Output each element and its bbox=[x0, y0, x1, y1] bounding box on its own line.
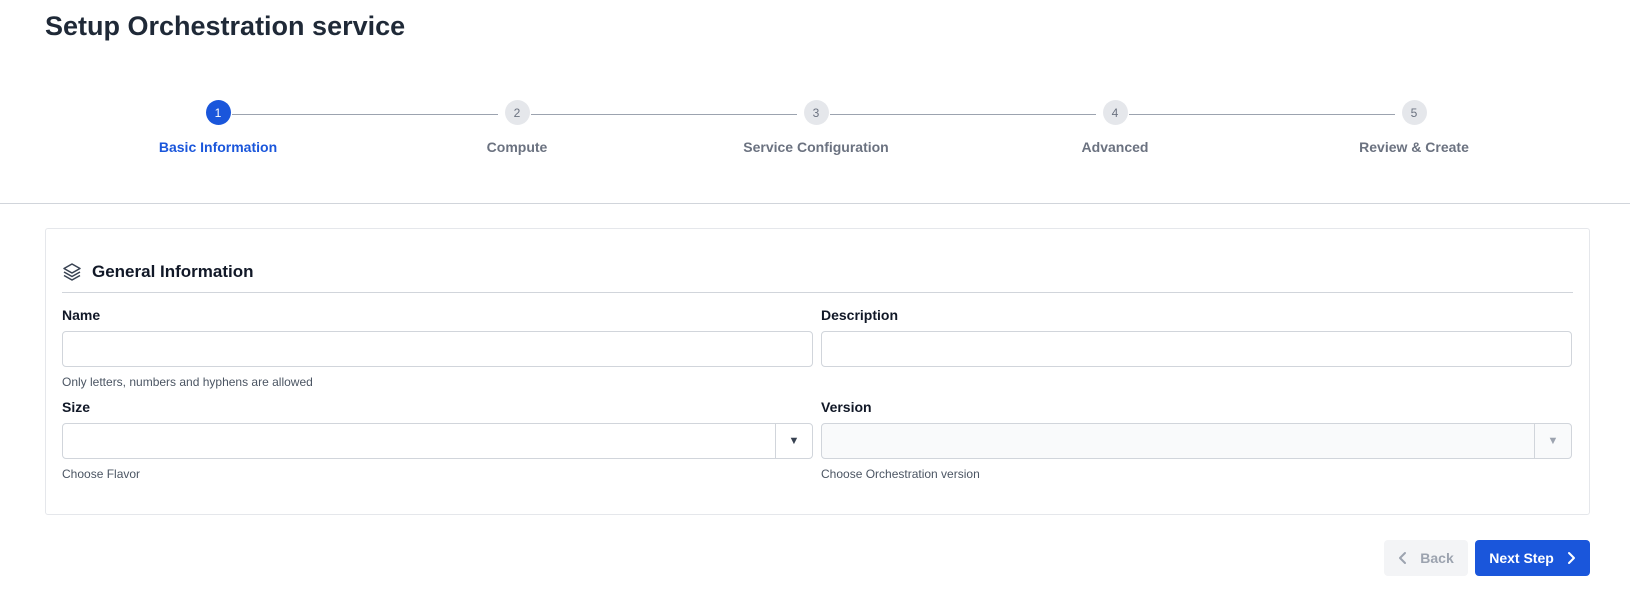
description-input[interactable] bbox=[821, 331, 1572, 367]
chevron-left-icon bbox=[1398, 551, 1408, 565]
general-information-card: General Information Name Only letters, n… bbox=[45, 228, 1590, 515]
step-label: Review & Create bbox=[1359, 139, 1469, 155]
step-advanced[interactable]: 4 Advanced bbox=[1015, 100, 1215, 155]
chevron-right-icon bbox=[1566, 551, 1576, 565]
header-divider bbox=[0, 203, 1630, 204]
step-label: Service Configuration bbox=[743, 139, 889, 155]
name-help-text: Only letters, numbers and hyphens are al… bbox=[62, 375, 313, 389]
name-field: Name Only letters, numbers and hyphens a… bbox=[62, 307, 813, 389]
size-select[interactable]: ▼ bbox=[62, 423, 813, 459]
layers-icon bbox=[62, 262, 82, 282]
page-title: Setup Orchestration service bbox=[45, 11, 406, 41]
version-select[interactable]: ▼ bbox=[821, 423, 1572, 459]
version-field: Version ▼ Choose Orchestration version bbox=[821, 399, 1572, 481]
name-label: Name bbox=[62, 307, 101, 323]
step-service-configuration[interactable]: 3 Service Configuration bbox=[716, 100, 916, 155]
version-help-text: Choose Orchestration version bbox=[821, 467, 980, 481]
name-input[interactable] bbox=[62, 331, 813, 367]
step-number: 2 bbox=[504, 100, 530, 125]
next-step-button-label: Next Step bbox=[1489, 550, 1554, 566]
size-label: Size bbox=[62, 399, 91, 415]
back-button-label: Back bbox=[1420, 550, 1454, 566]
size-field: Size ▼ Choose Flavor bbox=[62, 399, 813, 481]
caret-down-icon[interactable]: ▼ bbox=[1534, 424, 1571, 458]
card-title: General Information bbox=[92, 262, 254, 281]
step-number: 4 bbox=[1102, 100, 1128, 125]
step-number: 1 bbox=[205, 100, 231, 125]
step-label: Compute bbox=[486, 139, 548, 155]
stepper: 1 Basic Information 2 Compute 3 Service … bbox=[0, 100, 1630, 170]
step-label: Basic Information bbox=[158, 139, 278, 155]
description-field: Description bbox=[821, 307, 1572, 367]
step-number: 3 bbox=[803, 100, 829, 125]
step-number: 5 bbox=[1401, 100, 1427, 125]
caret-down-icon[interactable]: ▼ bbox=[775, 424, 812, 458]
card-divider bbox=[62, 292, 1573, 293]
step-basic-information[interactable]: 1 Basic Information bbox=[118, 100, 318, 155]
next-step-button[interactable]: Next Step bbox=[1475, 540, 1590, 576]
card-header: General Information bbox=[62, 257, 1573, 287]
step-compute[interactable]: 2 Compute bbox=[417, 100, 617, 155]
step-label: Advanced bbox=[1081, 139, 1149, 155]
description-label: Description bbox=[821, 307, 899, 323]
size-help-text: Choose Flavor bbox=[62, 467, 141, 481]
step-review-create[interactable]: 5 Review & Create bbox=[1314, 100, 1514, 155]
version-label: Version bbox=[821, 399, 872, 415]
back-button[interactable]: Back bbox=[1384, 540, 1468, 576]
